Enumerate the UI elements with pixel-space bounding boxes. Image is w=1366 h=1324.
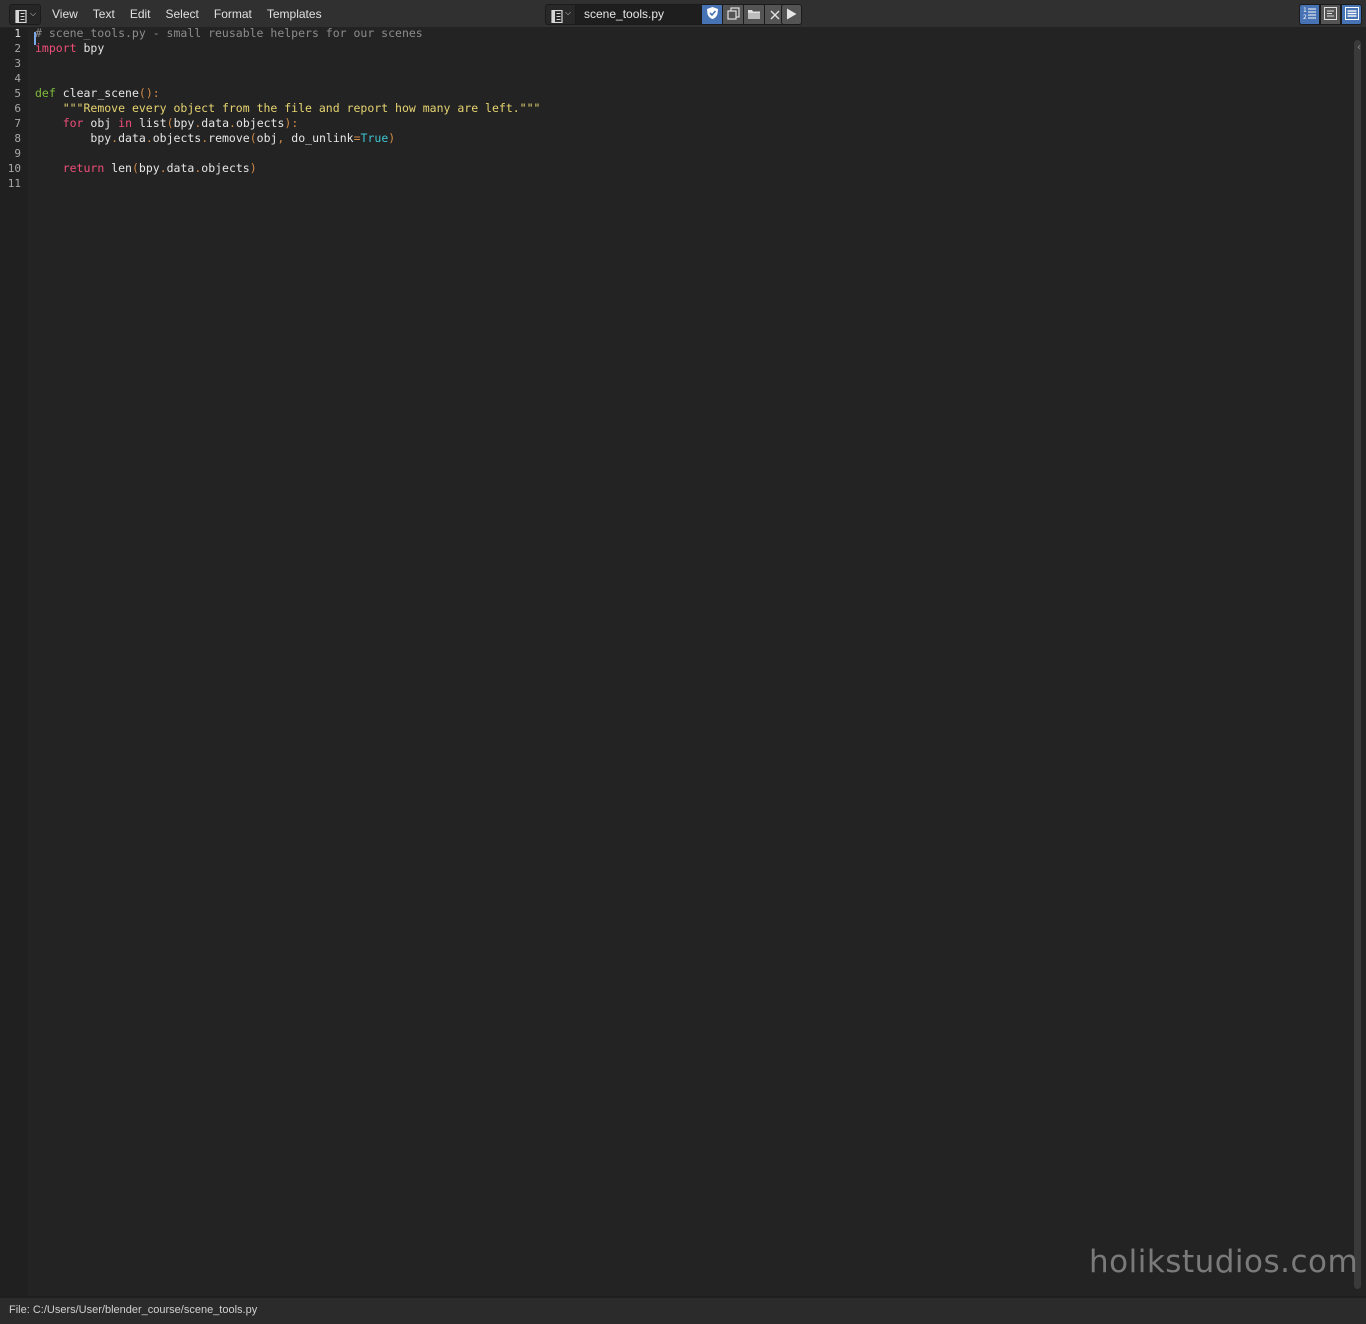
line-number: 1: [14, 27, 21, 40]
menu-bar: View Text Edit Select Format Templates: [44, 0, 329, 27]
code-line[interactable]: """Remove every object from the file and…: [35, 101, 541, 116]
line-numbers-icon: 12: [1303, 5, 1317, 24]
line-number: 10: [7, 162, 21, 175]
code-line[interactable]: return len(bpy.data.objects): [35, 161, 257, 176]
shield-fake-user-icon: [706, 5, 719, 24]
word-wrap-toggle[interactable]: [1320, 4, 1341, 25]
svg-text:1: 1: [1303, 7, 1307, 14]
line-number: 4: [14, 72, 21, 85]
code-line[interactable]: import bpy: [35, 41, 104, 56]
chevron-down-icon: ⌵: [565, 8, 572, 17]
folder-open-icon: [747, 5, 761, 24]
new-text-button[interactable]: [723, 4, 744, 25]
display-toggles: 12: [1299, 4, 1362, 25]
play-run-script-icon: [786, 5, 797, 24]
word-wrap-icon: [1324, 5, 1337, 24]
code-line[interactable]: # scene_tools.py - small reusable helper…: [35, 26, 423, 41]
watermark: holikstudios.com: [1089, 1244, 1359, 1280]
line-number: 9: [14, 147, 21, 160]
status-bar: File: C:/Users/User/blender_course/scene…: [0, 1297, 1366, 1324]
menu-format[interactable]: Format: [206, 0, 259, 27]
line-number: 5: [14, 87, 21, 100]
code-line[interactable]: for obj in list(bpy.data.objects):: [35, 116, 299, 131]
line-number: 8: [14, 132, 21, 145]
code-area[interactable]: [28, 28, 1366, 1296]
code-line[interactable]: def clear_scene():: [35, 86, 160, 101]
menu-text[interactable]: Text: [85, 0, 122, 27]
sidebar-toggle-arrow-icon[interactable]: ‹: [1357, 42, 1361, 53]
line-number: 3: [14, 57, 21, 70]
svg-text:2: 2: [1303, 14, 1307, 20]
browse-text-button[interactable]: ⌵: [545, 4, 576, 25]
text-datablock-selector: ⌵ scene_tools.py: [545, 4, 786, 25]
line-number: 11: [7, 177, 21, 190]
text-editor-header: ⌵ View Text Edit Select Format Templates…: [0, 0, 1366, 28]
text-editor-icon: [15, 8, 27, 27]
code-line[interactable]: bpy.data.objects.remove(obj, do_unlink=T…: [35, 131, 395, 146]
run-script-button[interactable]: [781, 4, 802, 25]
fake-user-button[interactable]: [702, 4, 723, 25]
line-number: 7: [14, 117, 21, 130]
menu-edit[interactable]: Edit: [122, 0, 158, 27]
new-text-icon: [726, 5, 740, 24]
chevron-down-icon: ⌵: [30, 9, 37, 18]
menu-select[interactable]: Select: [158, 0, 206, 27]
line-number: 2: [14, 42, 21, 55]
line-numbers-toggle[interactable]: 12: [1299, 4, 1320, 25]
close-x-icon: [770, 5, 780, 24]
editor-type-button[interactable]: ⌵: [9, 4, 41, 25]
syntax-highlight-toggle[interactable]: [1341, 4, 1362, 25]
line-number: 6: [14, 102, 21, 115]
vertical-scrollbar[interactable]: [1354, 40, 1361, 1289]
text-cursor: [34, 32, 36, 45]
line-number-gutter: [0, 28, 28, 1296]
file-path-label: File: C:/Users/User/blender_course/scene…: [9, 1304, 258, 1316]
open-text-button[interactable]: [744, 4, 765, 25]
text-name-field[interactable]: scene_tools.py: [576, 4, 702, 25]
menu-templates[interactable]: Templates: [259, 0, 329, 27]
text-datablock-icon: [551, 8, 563, 27]
syntax-highlight-icon: [1344, 5, 1359, 24]
menu-view[interactable]: View: [44, 0, 85, 27]
